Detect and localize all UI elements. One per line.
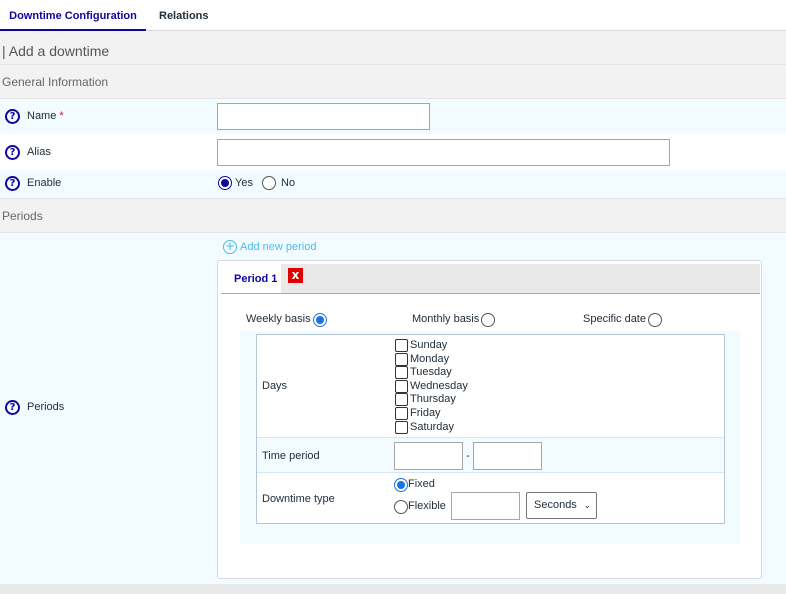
time-end-input[interactable] [473, 442, 542, 470]
alias-row: ? Alias [0, 134, 786, 170]
duration-unit-select[interactable]: Seconds ⌄ [526, 492, 597, 519]
enable-no-radio[interactable] [262, 176, 276, 190]
tab-period-1[interactable]: Period 1 [221, 264, 281, 294]
day-label: Monday [410, 353, 450, 365]
enable-yes-label: Yes [235, 177, 253, 189]
days-row: Days [257, 335, 724, 438]
add-new-period-link[interactable]: Add new period [240, 241, 316, 253]
enable-label: Enable [27, 177, 62, 189]
section-title-general: General Information [2, 75, 109, 89]
day-checkbox-sunday[interactable] [395, 339, 408, 352]
delete-period-icon[interactable]: x [288, 268, 303, 283]
section-header-general: General Information [0, 64, 786, 99]
time-start-input[interactable] [394, 442, 463, 470]
type-fixed-label: Fixed [408, 478, 435, 490]
day-label: Friday [410, 407, 441, 419]
day-checkbox-friday[interactable] [395, 407, 408, 420]
day-checkbox-tuesday[interactable] [395, 366, 408, 379]
required-marker: * [59, 110, 64, 122]
day-checkbox-thursday[interactable] [395, 393, 408, 406]
help-icon[interactable]: ? [5, 145, 20, 160]
day-checkbox-monday[interactable] [395, 353, 408, 366]
duration-unit-value: Seconds [534, 499, 577, 511]
help-icon[interactable]: ? [5, 400, 20, 415]
top-tab-bar: Downtime Configuration Relations [0, 0, 786, 31]
page-title: | Add a downtime [2, 43, 110, 59]
enable-no-label: No [281, 177, 296, 189]
section-header-periods: Periods [0, 198, 786, 233]
name-label: Name * [27, 110, 64, 122]
monthly-basis-label: Monthly basis [412, 313, 480, 325]
alias-label: Alias [27, 146, 51, 158]
enable-yes-radio[interactable] [218, 176, 232, 190]
type-flexible-radio[interactable] [394, 500, 408, 514]
weekly-basis-radio[interactable] [313, 313, 327, 327]
time-period-label: Time period [262, 450, 320, 462]
days-label: Days [262, 380, 288, 392]
day-label: Sunday [410, 339, 448, 351]
name-input[interactable] [217, 103, 430, 130]
section-title-periods: Periods [2, 209, 43, 223]
help-icon[interactable]: ? [5, 109, 20, 124]
type-fixed-radio[interactable] [394, 478, 408, 492]
time-separator: - [466, 450, 470, 462]
day-label: Thursday [410, 393, 456, 405]
duration-input[interactable] [451, 492, 520, 520]
tab-downtime-configuration[interactable]: Downtime Configuration [0, 0, 146, 31]
day-label: Wednesday [410, 380, 468, 392]
weekly-basis-label: Weekly basis [246, 313, 311, 325]
plus-circle-icon[interactable]: + [223, 240, 237, 254]
type-flexible-label: Flexible [408, 500, 446, 512]
specific-date-label: Specific date [583, 313, 646, 325]
bottom-band [0, 584, 786, 594]
day-label: Saturday [410, 421, 455, 433]
page-title-bar: | Add a downtime [0, 31, 786, 64]
enable-row: ? Enable Yes No [0, 170, 786, 198]
day-checkbox-saturday[interactable] [395, 421, 408, 434]
day-label: Tuesday [410, 366, 452, 378]
specific-date-radio[interactable] [648, 313, 662, 327]
help-icon[interactable]: ? [5, 176, 20, 191]
periods-label: Periods [27, 401, 65, 413]
downtime-type-label: Downtime type [262, 493, 335, 505]
tab-relations[interactable]: Relations [159, 0, 209, 31]
monthly-basis-radio[interactable] [481, 313, 495, 327]
alias-input[interactable] [217, 139, 670, 166]
name-row: ? Name * [0, 99, 786, 134]
day-checkbox-wednesday[interactable] [395, 380, 408, 393]
chevron-down-icon: ⌄ [583, 500, 591, 510]
